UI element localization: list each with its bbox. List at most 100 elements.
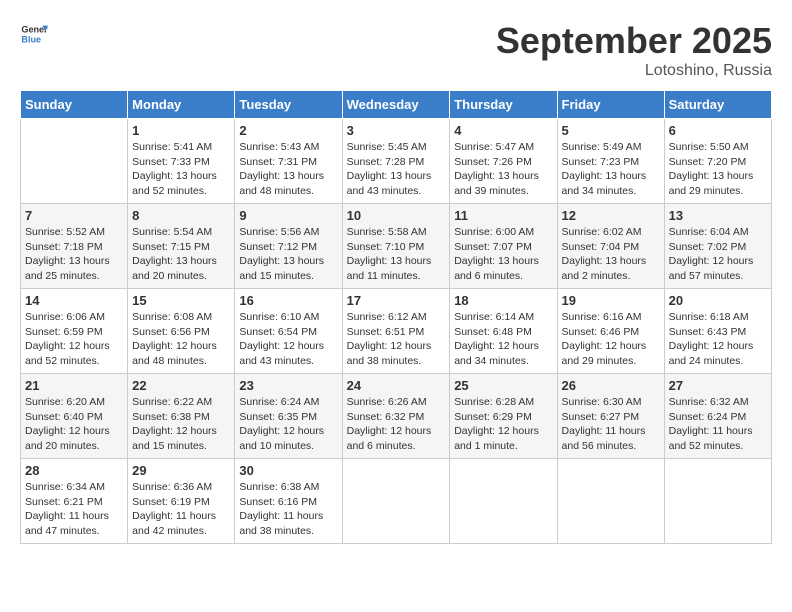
day-info: Sunrise: 5:52 AM Sunset: 7:18 PM Dayligh… [25, 225, 123, 284]
week-row-4: 21 Sunrise: 6:20 AM Sunset: 6:40 PM Dayli… [21, 374, 772, 459]
day-cell: 23Sunrise: 6:24 AM Sunset: 6:35 PM Dayli… [235, 374, 342, 459]
day-number: 10 [347, 208, 446, 223]
location-title: Lotoshino, Russia [496, 62, 772, 80]
day-number: 4 [454, 123, 552, 138]
day-cell: 19 Sunrise: 6:16 AM Sunset: 6:46 PM Dayli… [557, 289, 664, 374]
weekday-header-monday: Monday [128, 91, 235, 119]
month-title: September 2025 [496, 20, 772, 62]
day-number: 16 [239, 293, 337, 308]
day-cell: 29Sunrise: 6:36 AM Sunset: 6:19 PM Dayli… [128, 459, 235, 544]
day-cell: 25Sunrise: 6:28 AM Sunset: 6:29 PM Dayli… [450, 374, 557, 459]
day-number: 7 [25, 208, 123, 223]
day-number: 8 [132, 208, 230, 223]
day-number: 13 [669, 208, 767, 223]
day-info: Sunrise: 6:02 AM Sunset: 7:04 PM Dayligh… [562, 225, 660, 284]
day-cell: 11Sunrise: 6:00 AM Sunset: 7:07 PM Dayli… [450, 204, 557, 289]
day-number: 14 [25, 293, 123, 308]
day-number: 25 [454, 378, 552, 393]
day-info: Sunrise: 5:43 AM Sunset: 7:31 PM Dayligh… [239, 140, 337, 199]
day-info: Sunrise: 5:49 AM Sunset: 7:23 PM Dayligh… [562, 140, 660, 199]
day-info: Sunrise: 5:56 AM Sunset: 7:12 PM Dayligh… [239, 225, 337, 284]
day-info: Sunrise: 6:18 AM Sunset: 6:43 PM Dayligh… [669, 310, 767, 369]
day-info: Sunrise: 6:38 AM Sunset: 6:16 PM Dayligh… [239, 480, 337, 539]
day-cell: 15Sunrise: 6:08 AM Sunset: 6:56 PM Dayli… [128, 289, 235, 374]
day-cell: 12 Sunrise: 6:02 AM Sunset: 7:04 PM Dayli… [557, 204, 664, 289]
day-number: 12 [562, 208, 660, 223]
day-cell [664, 459, 771, 544]
day-cell [21, 119, 128, 204]
week-row-5: 28 Sunrise: 6:34 AM Sunset: 6:21 PM Dayli… [21, 459, 772, 544]
day-number: 30 [239, 463, 337, 478]
day-number: 28 [25, 463, 123, 478]
weekday-header-friday: Friday [557, 91, 664, 119]
day-cell: 2 Sunrise: 5:43 AM Sunset: 7:31 PM Daylig… [235, 119, 342, 204]
day-cell [557, 459, 664, 544]
day-number: 21 [25, 378, 123, 393]
weekday-header-sunday: Sunday [21, 91, 128, 119]
day-info: Sunrise: 6:06 AM Sunset: 6:59 PM Dayligh… [25, 310, 123, 369]
day-info: Sunrise: 5:47 AM Sunset: 7:26 PM Dayligh… [454, 140, 552, 199]
weekday-header-saturday: Saturday [664, 91, 771, 119]
day-cell: 20 Sunrise: 6:18 AM Sunset: 6:43 PM Dayli… [664, 289, 771, 374]
day-info: Sunrise: 5:45 AM Sunset: 7:28 PM Dayligh… [347, 140, 446, 199]
day-number: 22 [132, 378, 230, 393]
day-number: 9 [239, 208, 337, 223]
day-number: 5 [562, 123, 660, 138]
week-row-2: 7 Sunrise: 5:52 AM Sunset: 7:18 PM Daylig… [21, 204, 772, 289]
day-info: Sunrise: 6:34 AM Sunset: 6:21 PM Dayligh… [25, 480, 123, 539]
day-cell: 22Sunrise: 6:22 AM Sunset: 6:38 PM Dayli… [128, 374, 235, 459]
day-info: Sunrise: 6:04 AM Sunset: 7:02 PM Dayligh… [669, 225, 767, 284]
day-cell: 28 Sunrise: 6:34 AM Sunset: 6:21 PM Dayli… [21, 459, 128, 544]
day-cell: 8Sunrise: 5:54 AM Sunset: 7:15 PM Daylig… [128, 204, 235, 289]
day-info: Sunrise: 6:30 AM Sunset: 6:27 PM Dayligh… [562, 395, 660, 454]
title-area: September 2025 Lotoshino, Russia [496, 20, 772, 80]
day-number: 26 [562, 378, 660, 393]
day-cell: 10Sunrise: 5:58 AM Sunset: 7:10 PM Dayli… [342, 204, 450, 289]
day-cell [450, 459, 557, 544]
day-number: 2 [239, 123, 337, 138]
day-info: Sunrise: 6:20 AM Sunset: 6:40 PM Dayligh… [25, 395, 123, 454]
day-info: Sunrise: 6:10 AM Sunset: 6:54 PM Dayligh… [239, 310, 337, 369]
weekday-header-thursday: Thursday [450, 91, 557, 119]
day-info: Sunrise: 6:14 AM Sunset: 6:48 PM Dayligh… [454, 310, 552, 369]
day-number: 1 [132, 123, 230, 138]
day-number: 19 [562, 293, 660, 308]
day-info: Sunrise: 6:24 AM Sunset: 6:35 PM Dayligh… [239, 395, 337, 454]
svg-text:Blue: Blue [21, 34, 41, 44]
day-number: 15 [132, 293, 230, 308]
page-header: General Blue September 2025 Lotoshino, R… [20, 20, 772, 80]
day-cell: 6 Sunrise: 5:50 AM Sunset: 7:20 PM Daylig… [664, 119, 771, 204]
day-info: Sunrise: 6:12 AM Sunset: 6:51 PM Dayligh… [347, 310, 446, 369]
day-number: 17 [347, 293, 446, 308]
day-info: Sunrise: 6:00 AM Sunset: 7:07 PM Dayligh… [454, 225, 552, 284]
day-cell: 7 Sunrise: 5:52 AM Sunset: 7:18 PM Daylig… [21, 204, 128, 289]
day-info: Sunrise: 5:41 AM Sunset: 7:33 PM Dayligh… [132, 140, 230, 199]
weekday-header-tuesday: Tuesday [235, 91, 342, 119]
day-cell: 27 Sunrise: 6:32 AM Sunset: 6:24 PM Dayli… [664, 374, 771, 459]
weekday-header-row: SundayMondayTuesdayWednesdayThursdayFrid… [21, 91, 772, 119]
week-row-1: 1 Sunrise: 5:41 AM Sunset: 7:33 PM Daylig… [21, 119, 772, 204]
day-cell: 17 Sunrise: 6:12 AM Sunset: 6:51 PM Dayli… [342, 289, 450, 374]
day-cell: 1 Sunrise: 5:41 AM Sunset: 7:33 PM Daylig… [128, 119, 235, 204]
day-number: 3 [347, 123, 446, 138]
logo: General Blue [20, 20, 48, 48]
day-number: 18 [454, 293, 552, 308]
day-info: Sunrise: 6:36 AM Sunset: 6:19 PM Dayligh… [132, 480, 230, 539]
day-cell: 26 Sunrise: 6:30 AM Sunset: 6:27 PM Dayli… [557, 374, 664, 459]
day-cell: 5 Sunrise: 5:49 AM Sunset: 7:23 PM Daylig… [557, 119, 664, 204]
day-info: Sunrise: 6:32 AM Sunset: 6:24 PM Dayligh… [669, 395, 767, 454]
day-info: Sunrise: 6:16 AM Sunset: 6:46 PM Dayligh… [562, 310, 660, 369]
week-row-3: 14 Sunrise: 6:06 AM Sunset: 6:59 PM Dayli… [21, 289, 772, 374]
day-cell: 4 Sunrise: 5:47 AM Sunset: 7:26 PM Daylig… [450, 119, 557, 204]
day-cell: 3 Sunrise: 5:45 AM Sunset: 7:28 PM Daylig… [342, 119, 450, 204]
day-number: 20 [669, 293, 767, 308]
day-cell: 14 Sunrise: 6:06 AM Sunset: 6:59 PM Dayli… [21, 289, 128, 374]
day-cell: 30 Sunrise: 6:38 AM Sunset: 6:16 PM Dayli… [235, 459, 342, 544]
day-cell: 24Sunrise: 6:26 AM Sunset: 6:32 PM Dayli… [342, 374, 450, 459]
day-number: 6 [669, 123, 767, 138]
day-cell: 9 Sunrise: 5:56 AM Sunset: 7:12 PM Daylig… [235, 204, 342, 289]
day-info: Sunrise: 6:26 AM Sunset: 6:32 PM Dayligh… [347, 395, 446, 454]
day-cell: 13 Sunrise: 6:04 AM Sunset: 7:02 PM Dayli… [664, 204, 771, 289]
day-info: Sunrise: 5:50 AM Sunset: 7:20 PM Dayligh… [669, 140, 767, 199]
day-number: 27 [669, 378, 767, 393]
